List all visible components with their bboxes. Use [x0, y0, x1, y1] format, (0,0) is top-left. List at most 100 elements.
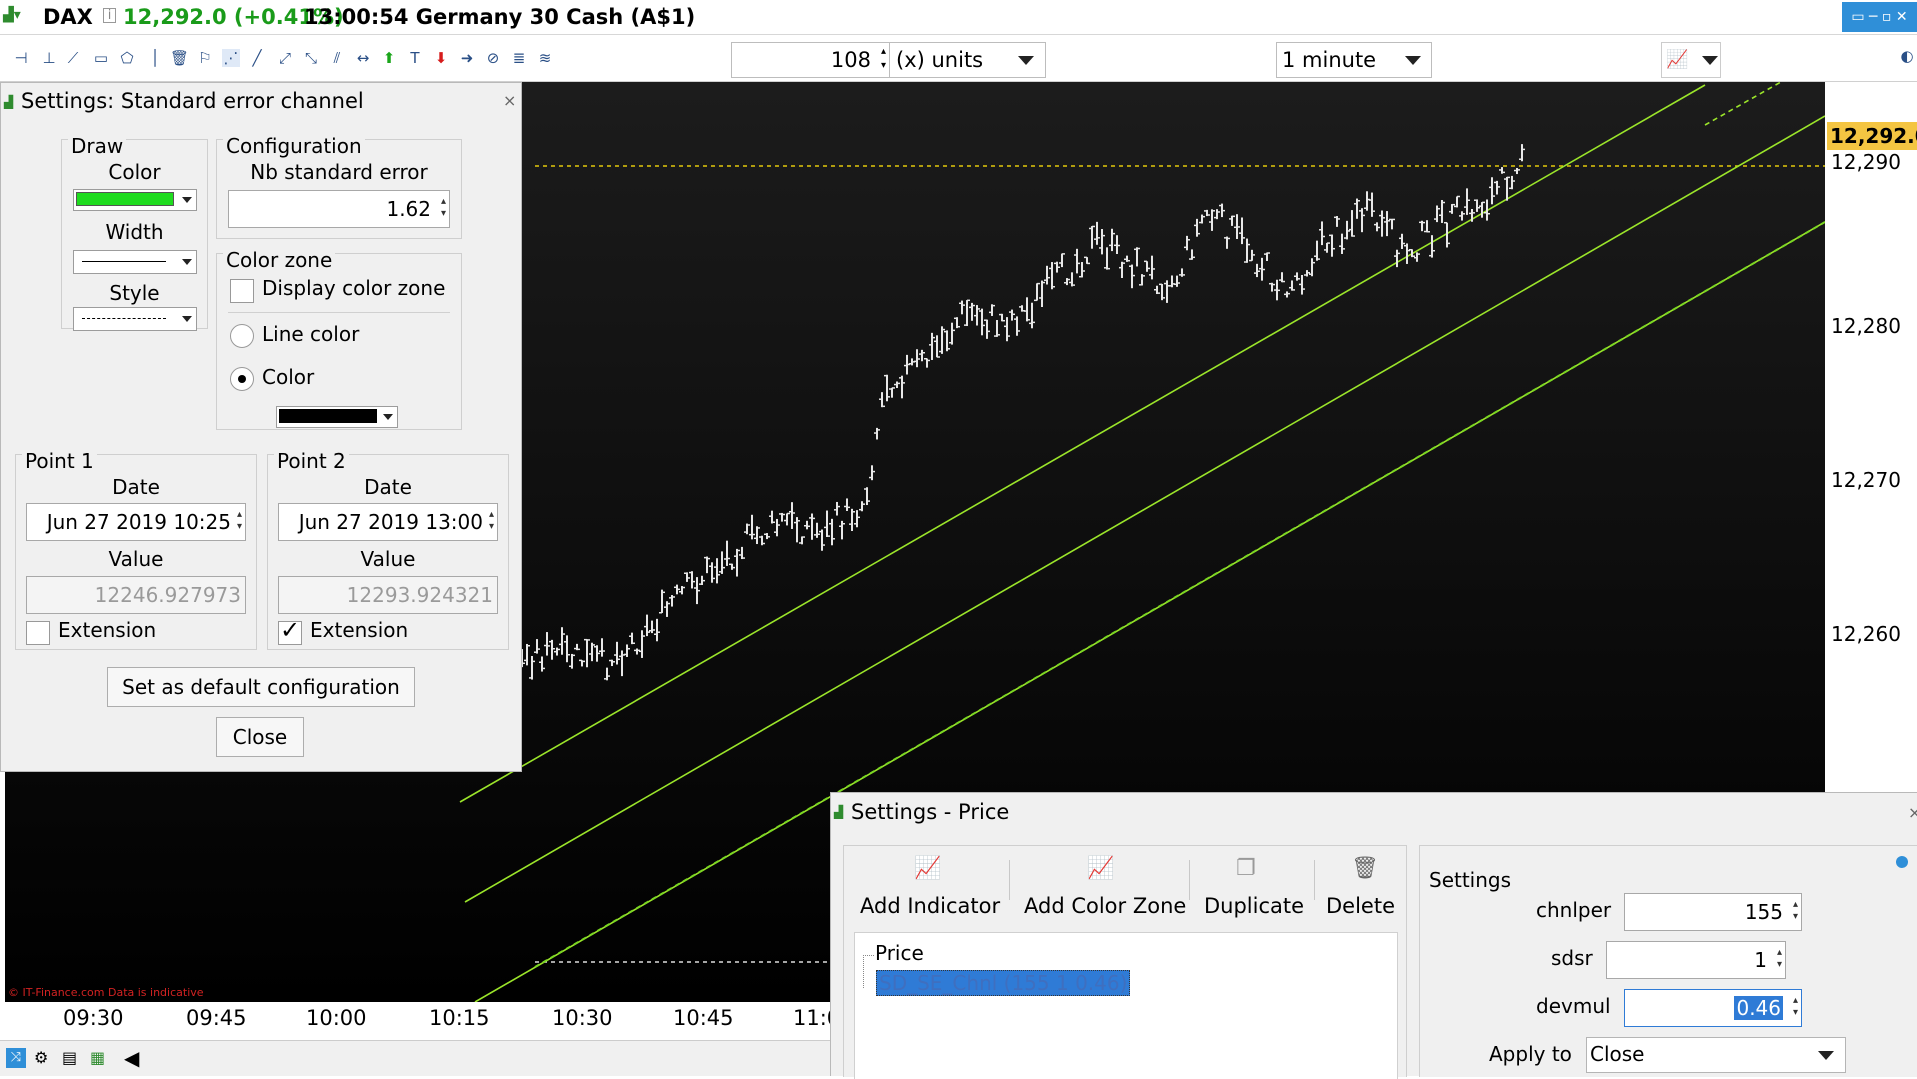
apply-to-select[interactable]: Close: [1586, 1037, 1846, 1073]
spinner-icon[interactable]: ▴ ▾: [1793, 899, 1798, 923]
dialog-icon: ▟: [4, 95, 14, 109]
chevron-down-icon: [1018, 56, 1034, 65]
help-icon[interactable]: [1896, 856, 1908, 868]
point2-extension-checkbox[interactable]: ✓: [278, 616, 302, 645]
sell-arrow-icon[interactable]: ⬇: [432, 49, 450, 67]
nb-standard-error-input[interactable]: 1.62 ▴ ▾: [228, 190, 450, 228]
vertical-line-icon[interactable]: ⊥: [40, 49, 58, 67]
add-color-zone-button[interactable]: Add Color Zone: [1024, 894, 1186, 918]
sdsr-input[interactable]: 1 ▴ ▾: [1606, 941, 1786, 979]
tree-root-price[interactable]: Price: [875, 941, 924, 965]
chart-bottom-bar: ⤨ ⚙ ▤ ▦ ◀: [0, 1040, 830, 1076]
list-icon[interactable]: ▤: [62, 1048, 77, 1067]
timeframe-select[interactable]: 1 minute: [1276, 42, 1432, 78]
instrument-name[interactable]: DAX: [43, 5, 93, 29]
indicators-icon[interactable]: ▦: [90, 1048, 105, 1067]
dialog-title: Settings: Standard error channel: [21, 89, 364, 113]
regression-tool-icon[interactable]: ⋰: [222, 49, 240, 67]
set-default-configuration-button[interactable]: Set as default configuration: [107, 667, 415, 707]
divider: [1009, 860, 1010, 900]
app-chart-icon[interactable]: ▟▾: [3, 7, 21, 23]
duplicate-icon: ❐: [1236, 856, 1256, 881]
close-icon[interactable]: ×: [503, 91, 516, 110]
line-style-select[interactable]: [73, 307, 197, 331]
color-radio[interactable]: [230, 367, 254, 391]
line-width-select[interactable]: [73, 250, 197, 274]
pen-icon[interactable]: ╱: [248, 49, 266, 67]
width-label: Width: [105, 220, 164, 244]
point2-value-label: Value: [360, 547, 416, 571]
point1-date-input[interactable]: Jun 27 2019 10:25 ▴ ▾: [26, 503, 246, 541]
point1-extension-checkbox[interactable]: [26, 621, 50, 645]
apply-to-value: Close: [1590, 1042, 1645, 1066]
param-label-sdsr: sdsr: [1551, 946, 1593, 970]
trash-icon[interactable]: 🗑: [170, 49, 189, 67]
drawing-toolbar: ⊣ ⊥ ⟋ ▭ ⬠ │ 🗑 ⚐ ⋰ ╱ ⤢ ⤡ ⫽ ↔ ⬆ T ⬇ ➜ ⊘ ≣ …: [0, 35, 1917, 82]
style-preview: [82, 318, 166, 319]
fibonacci-icon[interactable]: ≣: [510, 49, 528, 67]
x-tick-label: 10:45: [673, 1006, 734, 1030]
zone-color-swatch: [279, 409, 377, 423]
close-button[interactable]: Close: [216, 717, 304, 757]
title-bar: ▟▾ DAX i 12,292.0 (+0.41%) 13:00:54 Germ…: [0, 0, 1917, 35]
point1-group-title: Point 1: [22, 449, 97, 473]
spinner-icon[interactable]: ▴ ▾: [1777, 947, 1782, 971]
line-color-radio[interactable]: [230, 324, 254, 348]
line-color-label: Line color: [262, 322, 360, 346]
units-type-select[interactable]: (x) units: [889, 42, 1046, 78]
units-spinner-icon[interactable]: ▴ ▾: [881, 45, 886, 73]
devmul-input[interactable]: 0.46 ▴ ▾: [1624, 989, 1802, 1027]
tree-item-indicator[interactable]: SD_SE_Chnl (155 1 0.46): [876, 970, 1131, 996]
cross-segment-icon[interactable]: ⤡: [302, 49, 320, 67]
configuration-group: Configuration Nb standard error 1.62 ▴ ▾: [216, 134, 462, 239]
duplicate-button[interactable]: Duplicate: [1204, 894, 1304, 918]
zone-color-picker[interactable]: [276, 406, 398, 428]
spinner-icon[interactable]: ▴ ▾: [441, 196, 446, 220]
add-indicator-button[interactable]: Add Indicator: [860, 894, 1000, 918]
x-tick-label: 10:00: [306, 1006, 367, 1030]
chnlper-input[interactable]: 155 ▴ ▾: [1624, 893, 1802, 931]
trend-tool-icon[interactable]: ⟋: [64, 49, 82, 67]
horizontal-line-icon[interactable]: ⊣: [12, 49, 30, 67]
text-icon[interactable]: T: [406, 49, 424, 67]
scroll-left-icon[interactable]: ◀: [124, 1046, 139, 1070]
x-tick-label: 09:45: [186, 1006, 247, 1030]
price-settings-dialog: ▟ Settings - Price × 📈 Add Indicator 📈 A…: [830, 792, 1917, 1079]
spinner-icon[interactable]: ▴ ▾: [237, 509, 242, 533]
point1-date-label: Date: [112, 475, 160, 499]
param-label-devmul: devmul: [1536, 994, 1611, 1018]
units-count-input[interactable]: 108 ▴ ▾: [731, 42, 890, 78]
color-label: Color: [108, 160, 161, 184]
fan-icon[interactable]: ⫽: [328, 49, 346, 67]
ruler-icon[interactable]: ⊘: [484, 49, 502, 67]
delete-button[interactable]: Delete: [1326, 894, 1395, 918]
line-color-picker[interactable]: [73, 189, 197, 211]
arrow-right-icon[interactable]: ➜: [458, 49, 476, 67]
x-tick-label: 10:30: [552, 1006, 613, 1030]
info-icon[interactable]: i: [103, 8, 116, 23]
y-tick-label: 12,290: [1831, 150, 1901, 174]
polygon-icon[interactable]: ⬠: [118, 49, 136, 67]
share-icon[interactable]: ⤨: [6, 1048, 26, 1068]
range-icon[interactable]: ↔: [354, 49, 372, 67]
chevron-down-icon: [182, 197, 192, 203]
apply-to-label: Apply to: [1489, 1042, 1572, 1066]
chart-type-select[interactable]: 📈: [1661, 42, 1721, 78]
segment-icon[interactable]: ⤢: [276, 49, 294, 67]
point2-group: Point 2 Date Jun 27 2019 13:00 ▴ ▾ Value …: [267, 449, 509, 650]
nb-standard-error-label: Nb standard error: [250, 160, 428, 184]
layers-icon[interactable]: ⚙: [34, 1048, 48, 1067]
time-axis[interactable]: 09:30 09:45 10:00 10:15 10:30 10:45 11:0: [5, 1002, 840, 1040]
point2-date-input[interactable]: Jun 27 2019 13:00 ▴ ▾: [278, 503, 498, 541]
buy-arrow-icon[interactable]: ⬆: [380, 49, 398, 67]
fibonacci-fan-icon[interactable]: ≋: [536, 49, 554, 67]
window-controls[interactable]: ▭ ─ ▫ ✕: [1842, 2, 1917, 32]
cursor-line-icon[interactable]: │: [146, 49, 164, 67]
rectangle-icon[interactable]: ▭: [92, 49, 110, 67]
display-color-zone-checkbox[interactable]: [230, 279, 254, 303]
spinner-icon[interactable]: ▴ ▾: [1793, 995, 1798, 1019]
side-panel-icon[interactable]: ◐: [1898, 47, 1916, 65]
close-icon[interactable]: ×: [1908, 803, 1917, 822]
spinner-icon[interactable]: ▴ ▾: [489, 509, 494, 533]
bell-icon[interactable]: ⚐: [196, 49, 214, 67]
